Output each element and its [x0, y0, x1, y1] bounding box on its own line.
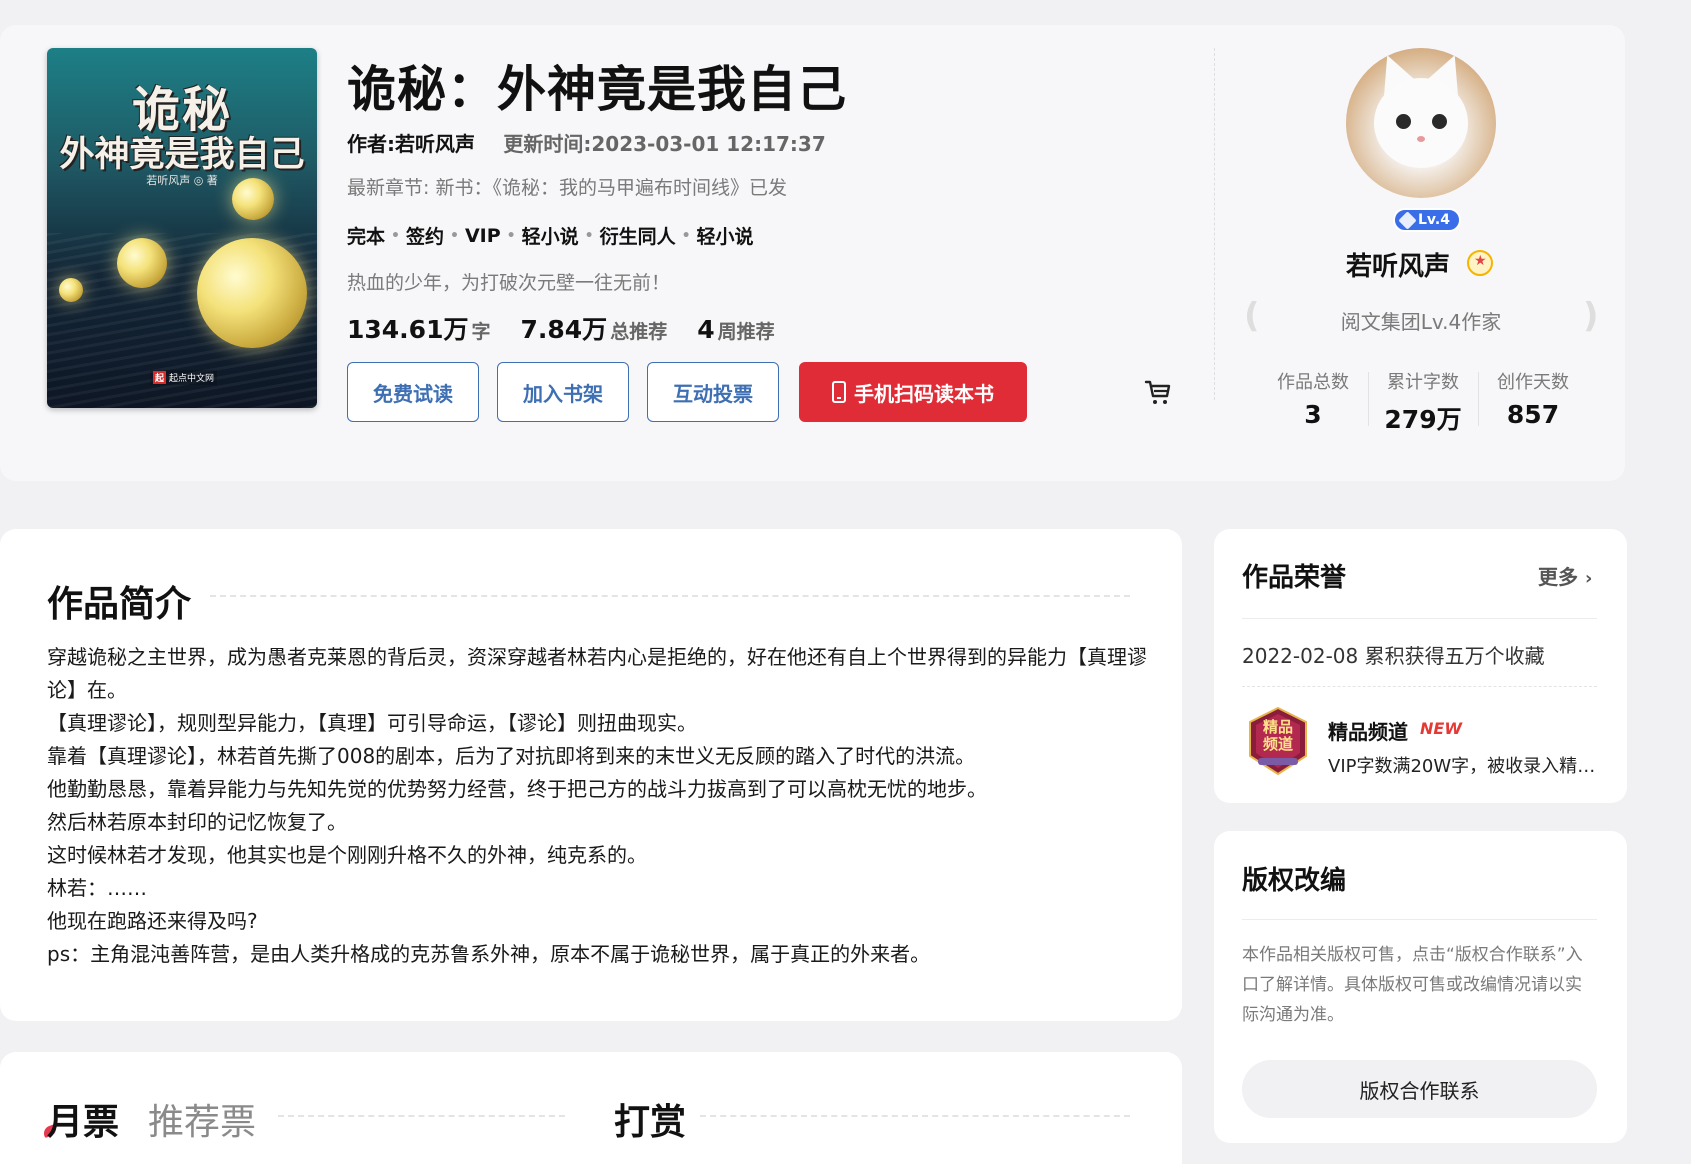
publisher-mark: 起	[153, 371, 167, 384]
scan-read-label: 手机扫码读本书	[854, 381, 994, 406]
vote-button[interactable]: 互动投票	[647, 362, 779, 422]
tickets-divider	[278, 1115, 565, 1117]
intro-title-divider	[210, 595, 1130, 597]
tag-vip: VIP	[464, 224, 501, 247]
badge-text: 精品 频道	[1254, 719, 1302, 753]
author-stat-works: 作品总数 3	[1258, 368, 1368, 436]
word-count: 134.61万	[347, 315, 469, 344]
tag-separator: •	[449, 227, 459, 244]
intro-paragraph: 穿越诡秘之主世界，成为愚者克莱恩的背后灵，资深穿越者林若内心是拒绝的，好在他还有…	[47, 645, 1147, 702]
level-badge-label: Lv.4	[1418, 212, 1450, 228]
weekly-recommend: 4	[697, 315, 715, 344]
tag-separator: •	[681, 227, 691, 244]
badge-text-line1: 精品	[1262, 718, 1293, 736]
intro-paragraph: 这时候林若才发现，他其实也是个刚刚升格不久的外神，纯克系的。	[47, 843, 647, 867]
copyright-divider	[1242, 919, 1597, 920]
tag-subcategory[interactable]: 衍生同人	[600, 222, 676, 249]
honor-item: 2022-02-08 累积获得五万个收藏	[1242, 644, 1545, 668]
book-meta-row: 作者:若听风声 更新时间:2023-03-01 12:17:37	[347, 128, 826, 157]
intro-paragraph: 他现在跑路还来得及吗?	[47, 909, 258, 933]
author-avatar[interactable]	[1346, 48, 1496, 198]
author-crown-icon	[1467, 250, 1493, 276]
intro-paragraph: 林若：……	[47, 876, 147, 900]
tag-separator: •	[391, 227, 400, 244]
honors-more-link[interactable]: 更多 ›	[1538, 561, 1592, 590]
tab-reward[interactable]: 打赏	[614, 1093, 686, 1145]
copyright-contact-button[interactable]: 版权合作联系	[1242, 1060, 1597, 1118]
cover-moon-large	[197, 238, 307, 348]
intro-paragraph: 【真理谬论】，规则型异能力，【真理】可引导命运，【谬论】则扭曲现实。	[47, 711, 697, 735]
intro-paragraph: 靠着【真理谬论】，林若首先撕了008的剧本，后为了对抗即将到来的末世义无反顾的踏…	[47, 744, 976, 768]
header-divider	[1214, 48, 1215, 400]
stat-label: 作品总数	[1277, 372, 1349, 393]
honors-divider	[1242, 618, 1597, 619]
book-title: 诡秘：外神竟是我自己	[347, 61, 848, 118]
tab-recommend-ticket[interactable]: 推荐票	[148, 1093, 256, 1145]
author-stats: 作品总数 3 累计字数 279万 创作天数 857	[1258, 368, 1588, 436]
latest-chapter-link[interactable]: 最新章节: 新书：《诡秘：我的马甲遍布时间线》已发	[347, 173, 787, 200]
honors-dashed-divider	[1242, 686, 1597, 687]
weekly-recommend-unit: 周推荐	[717, 321, 775, 343]
cover-author: 若听风声 ◎ 著	[146, 174, 218, 187]
stat-label: 创作天数	[1497, 372, 1569, 393]
tag-separator: •	[584, 227, 594, 244]
add-shelf-button[interactable]: 加入书架	[497, 362, 629, 422]
badge-text-line2: 频道	[1262, 735, 1293, 753]
author-level-desc: 阅文集团Lv.4作家	[1340, 310, 1502, 334]
avatar-cat-face	[1374, 78, 1468, 168]
author-stat-words: 累计字数 279万	[1368, 368, 1478, 436]
cover-moon-tiny	[59, 278, 83, 302]
intro-paragraph: 然后林若原本封印的记忆恢复了。	[47, 810, 347, 834]
tag-status: 完本	[347, 226, 386, 248]
author-link[interactable]: 作者:若听风声	[347, 132, 475, 156]
stat-label: 累计字数	[1387, 372, 1459, 393]
honors-title: 作品荣誉	[1242, 563, 1347, 593]
book-slogan: 热血的少年，为打破次元壁一往无前！	[347, 272, 671, 294]
tab-monthly-ticket[interactable]: 月票	[47, 1093, 119, 1145]
channel-name: 精品频道	[1328, 720, 1408, 744]
word-count-unit: 字	[471, 321, 491, 343]
avatar-cat-nose	[1417, 136, 1425, 142]
stat-value: 857	[1506, 400, 1560, 429]
avatar-cat-eye-right	[1432, 114, 1447, 129]
cover-moon-small	[117, 238, 167, 288]
intro-paragraph: ps：主角混沌善阵营，是由人类升格成的克苏鲁系外神，原本不属于诡秘世界，属于真正…	[47, 942, 931, 966]
tag-category[interactable]: 轻小说	[522, 222, 579, 249]
stat-value: 279万	[1384, 405, 1462, 434]
update-time: 更新时间:2023-03-01 12:17:37	[503, 132, 826, 156]
author-stat-days: 创作天数 857	[1478, 368, 1588, 436]
chevron-right-icon: ›	[1584, 568, 1593, 589]
cover-title-line2: 外神竟是我自己	[59, 134, 305, 175]
tag-separator: •	[506, 227, 516, 244]
scan-read-button[interactable]: 手机扫码读本书	[799, 362, 1027, 422]
book-cover[interactable]: 诡秘 外神竟是我自己 若听风声 ◎ 著 起起点中文网	[47, 48, 317, 408]
copyright-title: 版权改编	[1242, 866, 1347, 896]
phone-icon	[832, 381, 846, 403]
avatar-cat-eye-left	[1396, 114, 1411, 129]
free-read-button[interactable]: 免费试读	[347, 362, 479, 422]
new-tag: NEW	[1420, 719, 1462, 738]
intro-paragraph: 他勤勤恳恳，靠着异能力与先知先觉的优势努力经营，终于把己方的战斗力拔高到了可以高…	[47, 777, 987, 801]
channel-desc: VIP字数满20W字，被收录入精品频道	[1328, 756, 1596, 777]
tag-sign: 签约	[405, 226, 444, 248]
tag-genre[interactable]: 轻小说	[697, 222, 754, 249]
total-recommend-unit: 总推荐	[610, 321, 668, 343]
book-stats: 134.61万 字 7.84万 总推荐 4 周推荐	[347, 310, 805, 346]
intro-text: 穿越诡秘之主世界，成为愚者克莱恩的背后灵，资深穿越者林若内心是拒绝的，好在他还有…	[47, 641, 1157, 971]
stat-value[interactable]: 3	[1258, 400, 1368, 429]
total-recommend: 7.84万	[520, 315, 608, 344]
cover-publisher: 起起点中文网	[150, 370, 218, 385]
reward-divider	[700, 1115, 1130, 1117]
author-level-badge: Lv.4	[1393, 208, 1461, 232]
intro-title: 作品简介	[47, 584, 192, 625]
copyright-desc: 本作品相关版权可售，点击“版权合作联系”入口了解详情。具体版权可售或改编情况请以…	[1242, 945, 1583, 1025]
publisher-name: 起点中文网	[169, 374, 215, 384]
cart-icon[interactable]	[1143, 377, 1173, 407]
tag-list: 完本 • 签约 • VIP • 轻小说 • 衍生同人 • 轻小说	[347, 222, 754, 249]
level-gem-icon	[1398, 210, 1417, 230]
author-name[interactable]: 若听风声	[1346, 246, 1450, 283]
more-label: 更多	[1538, 565, 1578, 589]
